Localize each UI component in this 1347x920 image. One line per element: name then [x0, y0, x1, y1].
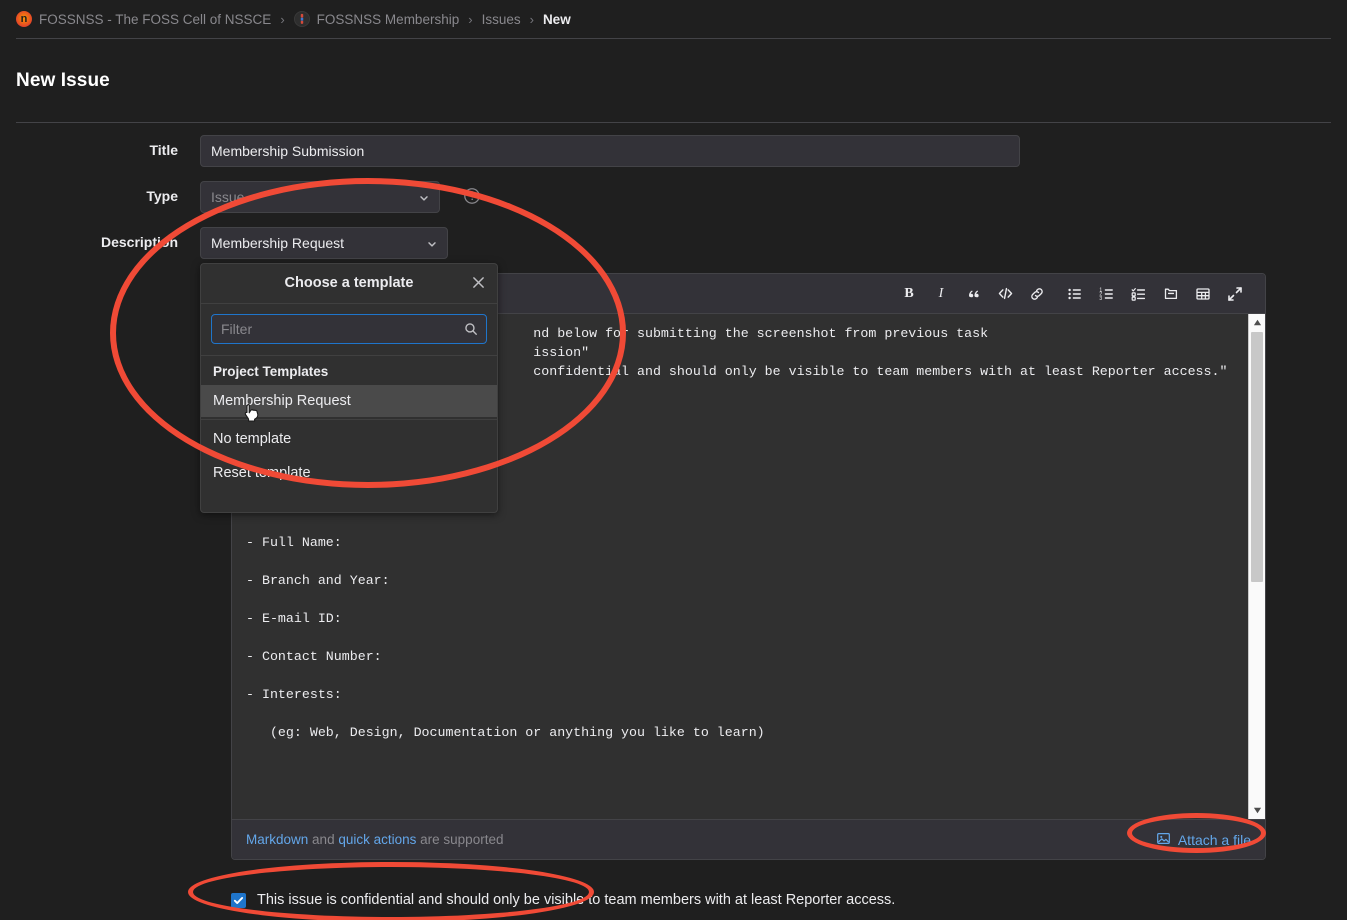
confidential-row: This issue is confidential and should on…: [231, 892, 1347, 908]
template-dropdown-panel: Choose a template Filter Project Templat…: [200, 263, 498, 514]
markdown-link[interactable]: Markdown: [246, 832, 308, 847]
task-list-icon[interactable]: [1125, 280, 1153, 308]
footer-and-text: and: [312, 832, 335, 848]
markdown-support-note: Markdown and quick actions are supported: [246, 832, 503, 847]
bullet-list-icon[interactable]: [1061, 280, 1089, 308]
template-option-no-template[interactable]: No template: [201, 422, 497, 456]
scroll-down-arrow-icon[interactable]: [1249, 802, 1265, 819]
question-circle-icon[interactable]: [462, 186, 482, 206]
template-dropdown-title: Choose a template: [284, 275, 414, 292]
template-option-membership-request[interactable]: Membership Request: [201, 385, 497, 418]
editor-scrollbar[interactable]: [1248, 314, 1265, 820]
confidential-checkbox[interactable]: [231, 892, 246, 908]
title-input[interactable]: [200, 135, 1020, 168]
template-dropdown-header: Choose a template: [201, 264, 497, 305]
title-label: Title: [149, 142, 178, 159]
form-row-description: Description Membership Request Choose a …: [0, 227, 1347, 514]
image-attach-icon: [1156, 831, 1171, 849]
collapsible-section-icon[interactable]: [1157, 280, 1185, 308]
chevron-down-icon-template: [426, 237, 438, 249]
template-option-reset-template[interactable]: Reset template: [201, 456, 497, 490]
org-avatar-icon: n: [16, 11, 32, 27]
breadcrumb-separator-2: ›: [468, 11, 473, 27]
attach-a-file-button[interactable]: Attach a file: [1156, 831, 1251, 849]
close-icon[interactable]: [469, 273, 487, 291]
scroll-up-arrow-icon[interactable]: [1249, 314, 1265, 331]
confidential-label: This issue is confidential and should on…: [257, 892, 896, 909]
breadcrumb-item-new: New: [542, 11, 571, 27]
new-issue-form: Title Type Issue: [0, 123, 1347, 514]
template-select[interactable]: Membership Request: [200, 227, 448, 260]
table-icon[interactable]: [1189, 280, 1217, 308]
quote-icon[interactable]: [959, 280, 987, 308]
type-select-value: Issue: [211, 189, 245, 206]
bold-icon[interactable]: B: [895, 280, 923, 308]
editor-footer: Markdown and quick actions are supported…: [232, 819, 1265, 860]
project-avatar-icon: [293, 11, 310, 27]
template-dropdown-spacer: [201, 490, 497, 512]
template-select-value: Membership Request: [211, 235, 345, 252]
type-label: Type: [146, 188, 178, 205]
description-field-wrap: Membership Request Choose a template Fil…: [200, 227, 1347, 514]
form-row-title: Title: [0, 135, 1347, 168]
scrollbar-thumb[interactable]: [1251, 332, 1263, 583]
type-field-wrap: Issue: [200, 181, 1347, 214]
breadcrumb-divider: [16, 38, 1331, 39]
type-select[interactable]: Issue: [200, 181, 440, 214]
breadcrumb-item-issues[interactable]: Issues: [482, 12, 521, 27]
code-icon[interactable]: [991, 280, 1019, 308]
breadcrumb: n FOSSNSS - The FOSS Cell of NSSCE › FOS…: [0, 0, 1347, 38]
breadcrumb-group-label: FOSSNSS - The FOSS Cell of NSSCE: [39, 11, 272, 27]
page-title: New Issue: [16, 69, 110, 91]
breadcrumb-project-label: FOSSNSS Membership: [316, 11, 460, 27]
link-icon[interactable]: [1023, 280, 1051, 308]
numbered-list-icon[interactable]: 1 2 3: [1093, 280, 1121, 308]
footer-suffix-text: are supported: [420, 832, 504, 848]
breadcrumb-separator: ›: [280, 11, 285, 27]
form-row-type: Type Issue: [0, 181, 1347, 214]
description-label: Description: [100, 234, 178, 251]
template-dropdown-divider: [201, 419, 497, 421]
attach-a-file-label: Attach a file: [1177, 831, 1251, 848]
fullscreen-icon[interactable]: [1221, 280, 1249, 308]
chevron-down-icon: [418, 191, 430, 203]
quick-actions-link[interactable]: quick actions: [338, 832, 416, 847]
template-group-label: Project Templates: [213, 364, 329, 380]
svg-text:3: 3: [1099, 296, 1102, 302]
template-filter-wrap: [201, 304, 497, 357]
template-filter-input[interactable]: [211, 314, 487, 345]
breadcrumb-item-group[interactable]: n FOSSNSS - The FOSS Cell of NSSCE: [16, 11, 271, 27]
page-root: n FOSSNSS - The FOSS Cell of NSSCE › FOS…: [0, 0, 1347, 920]
confidential-checkbox-highlight: [188, 862, 594, 920]
breadcrumb-separator-3: ›: [529, 11, 534, 27]
breadcrumb-item-project[interactable]: FOSSNSS Membership: [293, 11, 460, 27]
italic-icon[interactable]: I: [927, 280, 955, 308]
title-field-wrap: [200, 135, 1347, 168]
